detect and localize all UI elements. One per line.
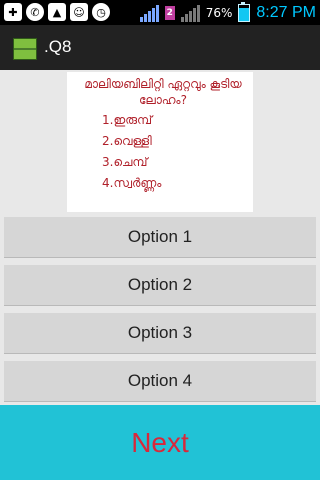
option-3-button[interactable]: Option 3 <box>4 313 316 354</box>
system-indicators: 2 76% 8:27 PM <box>139 1 316 23</box>
battery-percent: 76% <box>205 5 233 20</box>
image-icon: ▲ <box>48 3 66 21</box>
choice-item: 1.ഇരുമ്പ് <box>102 113 153 127</box>
sim2-badge: 2 <box>164 5 175 20</box>
choice-item: 2.വെള്ളി <box>102 134 152 148</box>
plus-icon: ✚ <box>4 3 22 21</box>
status-bar: ✚ ✆ ▲ ☺ ◷ 2 76% 8:27 PM <box>0 0 320 25</box>
app-icon[interactable] <box>13 38 37 60</box>
next-button[interactable]: Next <box>0 405 320 480</box>
chat-icon: ☺ <box>70 3 88 21</box>
question-card: മാലിയബിലിറ്റി ഏറ്റവും കൂടിയ ലോഹം? 1.ഇരുമ… <box>67 72 253 212</box>
clock: 8:27 PM <box>256 3 316 21</box>
notification-icons: ✚ ✆ ▲ ☺ ◷ <box>4 3 110 21</box>
signal-icon <box>139 4 159 22</box>
option-2-button[interactable]: Option 2 <box>4 265 316 306</box>
action-bar: .Q8 <box>0 25 320 70</box>
option-1-button[interactable]: Option 1 <box>4 217 316 258</box>
whatsapp-icon: ✆ <box>26 3 44 21</box>
question-text: മാലിയബിലിറ്റി ഏറ്റവും കൂടിയ ലോഹം? <box>84 77 242 107</box>
signal-sim2-icon <box>180 4 200 22</box>
choice-item: 3.ചെമ്പ് <box>102 155 148 169</box>
page-title: .Q8 <box>44 37 72 56</box>
battery-icon <box>238 1 251 22</box>
choice-item: 4.സ്വർണ്ണം <box>102 176 162 190</box>
alarm-icon: ◷ <box>92 3 110 21</box>
option-4-button[interactable]: Option 4 <box>4 361 316 402</box>
question-choices: 1.ഇരുമ്പ് 2.വെള്ളി 3.ചെമ്പ് 4.സ്വർണ്ണം <box>102 110 161 194</box>
